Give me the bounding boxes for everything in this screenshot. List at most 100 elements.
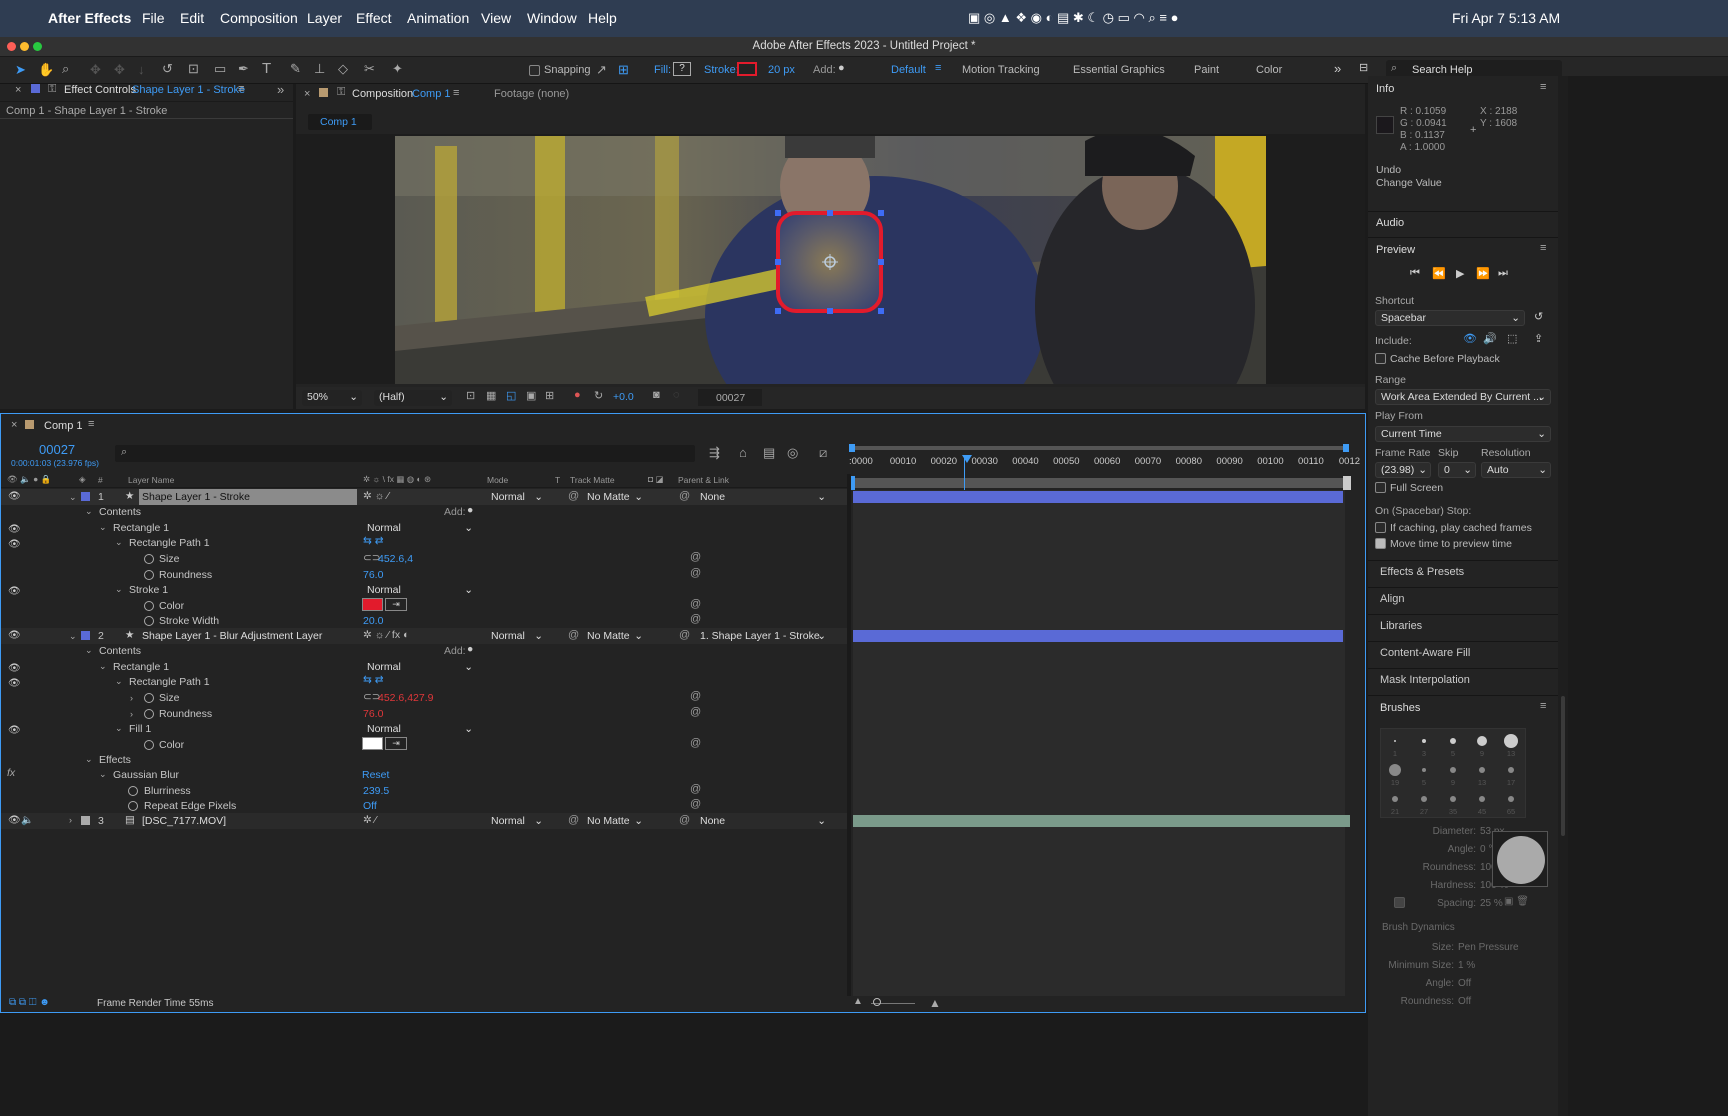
rectangle-path-group[interactable]: ⌄ Rectangle Path 1	[115, 676, 210, 688]
parent-header[interactable]: Parent & Link	[678, 475, 729, 485]
reset-link[interactable]: Reset	[362, 769, 389, 781]
anchor-tool-icon[interactable]: ⊡	[188, 61, 199, 77]
fx-icon[interactable]: fx	[7, 767, 15, 779]
matte-pickwhip-icon[interactable]: @	[568, 814, 579, 826]
menu-window[interactable]: Window	[527, 10, 577, 26]
layer-name-header[interactable]: Layer Name	[128, 475, 174, 485]
expression-pickwhip-icon[interactable]: @	[690, 690, 701, 702]
rectangle-path-group[interactable]: ⌄ Rectangle Path 1	[115, 537, 210, 549]
puppet-tool-icon[interactable]: ✦	[392, 61, 403, 77]
lock-icon[interactable]: ⚿	[48, 83, 56, 96]
close-tab-icon[interactable]: ×	[11, 419, 17, 431]
expression-pickwhip-icon[interactable]: @	[690, 598, 701, 610]
dyn-angle-value[interactable]: Off	[1458, 978, 1471, 989]
expression-pickwhip-icon[interactable]: @	[690, 798, 701, 810]
path-direction-icon[interactable]: ⇆ ⇄	[363, 674, 384, 686]
stopwatch-icon[interactable]	[144, 693, 154, 703]
play-from-dropdown[interactable]: Current Time ⌄	[1375, 426, 1551, 442]
workspace-color[interactable]: Color	[1256, 64, 1282, 76]
snapping-checkbox[interactable]	[529, 65, 540, 76]
menu-edit[interactable]: Edit	[180, 10, 204, 26]
parent-dropdown[interactable]: None ⌄	[700, 491, 826, 503]
info-panel-title[interactable]: Info	[1376, 83, 1394, 95]
panel-menu-icon[interactable]: ≡	[1540, 700, 1546, 712]
include-audio-icon[interactable]: 🔊	[1483, 332, 1497, 345]
previous-frame-icon[interactable]: ⏪	[1432, 267, 1446, 280]
add-shape-icon[interactable]: ●	[838, 62, 845, 74]
zoom-slider-thumb[interactable]	[873, 998, 881, 1006]
parent-pickwhip-icon[interactable]: @	[679, 629, 690, 641]
layer-row-3[interactable]: 👁 🔈 › 3 ▤ [DSC_7177.MOV] ✲ ⁄ Normal ⌄ @ N…	[1, 813, 847, 829]
expand-caret-icon[interactable]: ›	[130, 709, 133, 719]
rectangle-group[interactable]: ⌄ Rectangle 1	[99, 522, 169, 534]
align-panel[interactable]: Align	[1380, 593, 1404, 605]
stopwatch-icon[interactable]	[128, 801, 138, 811]
workspace-menu-icon[interactable]: ≡	[935, 62, 941, 74]
visibility-eye-icon[interactable]: 👁	[8, 678, 21, 689]
mode-header[interactable]: Mode	[487, 475, 508, 485]
next-frame-icon[interactable]: ⏩	[1476, 267, 1490, 280]
parent-pickwhip-icon[interactable]: @	[679, 490, 690, 502]
workspace-paint[interactable]: Paint	[1194, 64, 1219, 76]
last-frame-icon[interactable]: ⏭	[1498, 267, 1508, 280]
blend-mode-dropdown[interactable]: Normal ⌄	[367, 661, 473, 673]
region-of-interest-icon[interactable]: ⊡	[466, 389, 475, 402]
parent-pickwhip-icon[interactable]: @	[679, 814, 690, 826]
stopwatch-icon[interactable]	[144, 601, 154, 611]
layer-label-color[interactable]	[81, 631, 90, 640]
type-tool-icon[interactable]: T	[262, 60, 271, 77]
pan-tool-icon[interactable]: ✥	[114, 62, 125, 78]
angle-value[interactable]: 0 °	[1480, 844, 1492, 855]
if-caching-checkbox[interactable]	[1375, 522, 1386, 533]
brush-tip[interactable]	[1421, 796, 1427, 802]
eyedropper-icon[interactable]: ⇥	[385, 737, 407, 750]
label-header-icon[interactable]: ◈	[79, 474, 86, 485]
snap-target-icon[interactable]: ⊞	[618, 62, 629, 78]
mode-dropdown[interactable]: Normal ⌄	[491, 630, 543, 642]
layer-switches[interactable]: ✲ ☼ ⁄ fx ◐	[363, 629, 409, 641]
include-video-icon[interactable]: 👁	[1463, 332, 1477, 345]
audio-panel-title[interactable]: Audio	[1376, 217, 1404, 229]
menu-view[interactable]: View	[481, 10, 511, 26]
layer-1-duration-bar[interactable]	[853, 491, 1343, 503]
brush-tip[interactable]	[1422, 739, 1426, 743]
range-dropdown[interactable]: Work Area Extended By Current ... ⌄	[1375, 389, 1551, 405]
brush-tip[interactable]	[1479, 767, 1485, 773]
expand-caret-icon[interactable]: ⌄	[69, 631, 77, 642]
brushes-panel-title[interactable]: Brushes	[1380, 702, 1420, 714]
menu-effect[interactable]: Effect	[356, 10, 392, 26]
transparency-grid-icon[interactable]: ▦	[486, 389, 496, 402]
visibility-eye-icon[interactable]: 👁	[8, 630, 21, 641]
menu-layer[interactable]: Layer	[307, 10, 342, 26]
current-timecode[interactable]: 00027	[39, 442, 75, 457]
brush-tip[interactable]	[1508, 767, 1514, 773]
expression-pickwhip-icon[interactable]: @	[690, 706, 701, 718]
layer-switches[interactable]: ✲ ☼ ⁄	[363, 490, 389, 502]
color-channels-icon[interactable]: ●	[574, 389, 581, 401]
track-matte-header[interactable]: Track Matte	[570, 475, 615, 485]
clone-tool-icon[interactable]: ⊥	[314, 61, 325, 77]
footer-toggle-icons[interactable]: ⧉ ⧉ ◫ ☻	[9, 997, 50, 1008]
navigator-end-handle[interactable]	[1343, 476, 1351, 490]
graph-editor-icon[interactable]: ⧄	[819, 445, 827, 461]
blend-mode-dropdown[interactable]: Normal ⌄	[367, 522, 473, 534]
stopwatch-icon[interactable]	[144, 709, 154, 719]
pen-tool-icon[interactable]: ✒	[238, 61, 249, 77]
path-direction-icon[interactable]: ⇆ ⇄	[363, 535, 384, 547]
layer-search-field[interactable]: ⌕	[115, 445, 695, 462]
frame-rate-dropdown[interactable]: (23.98) ⌄	[1375, 462, 1431, 478]
panel-menu-icon[interactable]: ≡	[1540, 81, 1546, 93]
panel-menu-icon[interactable]: ≡	[238, 83, 244, 95]
orbit-tool-icon[interactable]: ✥	[90, 62, 101, 78]
expression-pickwhip-icon[interactable]: @	[690, 567, 701, 579]
track-area[interactable]	[853, 490, 1345, 1000]
roto-tool-icon[interactable]: ✂	[364, 61, 375, 77]
exposure-value[interactable]: +0.0	[613, 391, 634, 403]
shortcut-dropdown[interactable]: Spacebar ⌄	[1375, 310, 1525, 326]
comp-flowchart-tab[interactable]: Comp 1	[308, 114, 372, 130]
audio-icon[interactable]: 🔈	[21, 815, 33, 826]
eraser-tool-icon[interactable]: ◇	[338, 61, 348, 77]
rotate-tool-icon[interactable]: ↺	[162, 61, 173, 77]
layer-label-color[interactable]	[81, 492, 90, 501]
expression-pickwhip-icon[interactable]: @	[690, 737, 701, 749]
